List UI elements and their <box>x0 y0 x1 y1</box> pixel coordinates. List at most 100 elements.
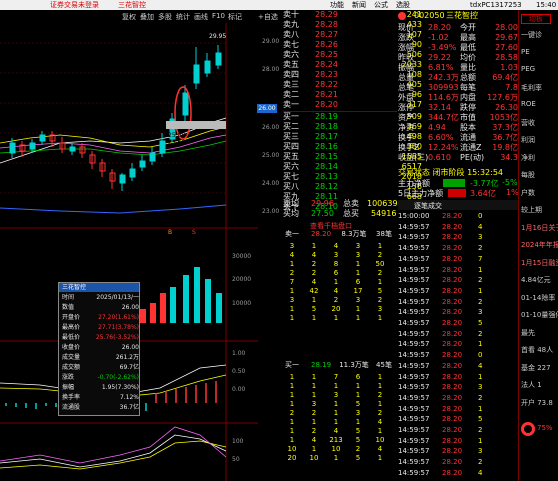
board-tag[interactable]: 均板 <box>521 14 551 24</box>
right-panel-item[interactable]: 户数 <box>521 188 558 198</box>
right-panel-item[interactable]: 基金 227 <box>521 363 558 373</box>
queue-cell: 1 <box>311 445 317 453</box>
menu-select[interactable]: 选股 <box>396 0 410 10</box>
candle-body[interactable] <box>215 52 222 66</box>
quote-cell: 涨停 <box>398 103 414 112</box>
high-price-label: 29.95 <box>209 33 227 40</box>
quote-row: 换手 6.60% 流通 36.7亿 <box>398 133 518 143</box>
stock-link[interactable]: 三花智控 <box>118 0 146 10</box>
queue-cell: 10 <box>375 436 385 444</box>
queue-row: 1 3 1 5 1 <box>283 400 396 409</box>
right-panel-item[interactable]: 一键诊 <box>521 30 558 40</box>
orderbook-price: 28.25 <box>315 50 338 59</box>
queue-row: 3 1 4 3 1 <box>283 242 396 251</box>
volume-tick: 10000 <box>232 300 252 307</box>
current-price-tag: 26.00 <box>257 104 277 113</box>
right-panel-item[interactable]: 1月16日关于 <box>521 223 558 233</box>
toolbar-mark[interactable]: 标记 <box>228 12 242 22</box>
toolbar-add-watchlist[interactable]: +自选 <box>258 12 278 22</box>
toolbar-overlay[interactable]: 叠加 <box>140 12 154 22</box>
queue-cell: 1 <box>355 260 361 268</box>
volume-bar <box>205 279 211 323</box>
candle-body[interactable] <box>69 146 76 152</box>
quote-row: 涨跌 -1.02 最高 29.67 <box>398 33 518 43</box>
sell-avg-label: 卖均 <box>283 199 299 208</box>
right-panel-item[interactable]: 2024年年报 <box>521 240 558 250</box>
right-panel-item[interactable]: 每股 <box>521 170 558 180</box>
macd-tick: 0.00 <box>232 386 246 393</box>
queue-row: 1 1 7 6 1 <box>283 373 396 382</box>
queue-cell: 2 <box>289 409 295 417</box>
candle-body[interactable] <box>29 142 36 150</box>
tick-volume: 3 <box>478 233 483 242</box>
candle-body[interactable] <box>139 160 146 168</box>
queue-cell: 4 <box>333 242 339 250</box>
menu-formula[interactable]: 公式 <box>374 0 388 10</box>
trade-status: 交易状态 闭市阶段 15:32:54 <box>398 168 504 177</box>
right-panel-item[interactable]: 最先 <box>521 328 558 338</box>
tick-volume: 1 <box>478 265 483 274</box>
tooltip-label: 涨跌 <box>62 374 75 381</box>
quote-cell: 242.3万 <box>428 73 459 82</box>
right-panel-item[interactable]: 毛利率 <box>521 83 558 93</box>
tick-price: 28.20 <box>442 286 463 295</box>
tick-price: 28.20 <box>442 340 463 349</box>
sell-marker: S <box>192 229 196 236</box>
tick-row: 14:59:57 28.20 1 <box>398 372 498 382</box>
right-panel-item[interactable]: 较上期 <box>521 205 558 215</box>
toolbar-draw[interactable]: 画线 <box>194 12 208 22</box>
quote-cell: 流通 <box>460 133 476 142</box>
candle-body[interactable] <box>119 174 126 184</box>
menu-news[interactable]: 新闻 <box>352 0 366 10</box>
tooltip-value: 27.20(1.61%) <box>98 314 139 321</box>
right-panel-item[interactable]: 4.84亿元 <box>521 275 558 285</box>
right-panel-item[interactable]: PEG <box>521 65 558 73</box>
candle-body[interactable] <box>129 168 136 178</box>
toolbar-f10[interactable]: F10 <box>212 12 225 20</box>
toolbar-stats[interactable]: 统计 <box>176 12 190 22</box>
quote-cell: 7.8 <box>505 83 518 92</box>
menu-function[interactable]: 功能 <box>330 0 344 10</box>
right-panel-item[interactable]: 01-10量强停 <box>521 310 558 320</box>
tick-price: 28.20 <box>442 447 463 456</box>
candle-body[interactable] <box>182 92 189 116</box>
queue-row: 20 10 1 5 1 <box>283 454 396 463</box>
price-tick: 26.00 <box>262 124 280 131</box>
ring-percent: 75% <box>537 424 553 432</box>
candle-body[interactable] <box>149 152 156 162</box>
queue-cell: 4 <box>333 427 339 435</box>
tick-row: 14:59:57 28.20 2 <box>398 425 498 435</box>
right-panel-item[interactable]: 开户 73.8 <box>521 398 558 408</box>
queue-row: 1 1 1 1 1 <box>283 382 396 391</box>
right-panel-item[interactable]: ROE <box>521 100 558 108</box>
tooltip-value: 26.00 <box>121 344 139 351</box>
candle-body[interactable] <box>39 134 46 142</box>
right-panel-item[interactable]: 1月15日融资 <box>521 258 558 268</box>
right-panel-item[interactable]: 01-14除率 <box>521 293 558 303</box>
right-panel-item[interactable]: 法人 1 <box>521 380 558 390</box>
price-tick: 23.00 <box>262 208 280 215</box>
tooltip-label: 流通股 <box>62 404 81 411</box>
tick-price: 28.20 <box>442 244 463 253</box>
sell-avg-price: 29.96 <box>311 199 334 208</box>
login-status[interactable]: 证券交易未登录 <box>50 0 99 10</box>
queue-cell: 1 <box>311 373 317 381</box>
quote-cell: 市值 <box>460 113 476 122</box>
right-panel-item[interactable]: 净利 <box>521 153 558 163</box>
candle-body[interactable] <box>204 60 211 74</box>
order-queue: 卖一 28.20 8.3万笔 38笔 3 1 4 3 1 4 4 3 3 2 1 2 8 1 50 2 2 6 1 2… <box>283 230 397 480</box>
candle-body[interactable] <box>193 64 200 84</box>
queue-cell: 2 <box>311 427 317 435</box>
right-panel-item[interactable]: PE <box>521 48 558 56</box>
tick-volume: 1 <box>478 286 483 295</box>
quote-cell: 最低 <box>460 43 476 52</box>
right-panel-item[interactable]: 营收 <box>521 118 558 128</box>
tooltip-row: 换手率 7.12% <box>62 394 139 402</box>
right-panel-item[interactable]: 首看 48人 <box>521 345 558 355</box>
right-panel-item[interactable]: 利润 <box>521 135 558 145</box>
toolbar-adjust[interactable]: 复权 <box>122 12 136 22</box>
toolbar-multi[interactable]: 多股 <box>158 12 172 22</box>
candle-body[interactable] <box>9 142 16 154</box>
quote-cell: 28.00 <box>495 23 518 32</box>
candle-body[interactable] <box>159 140 166 154</box>
